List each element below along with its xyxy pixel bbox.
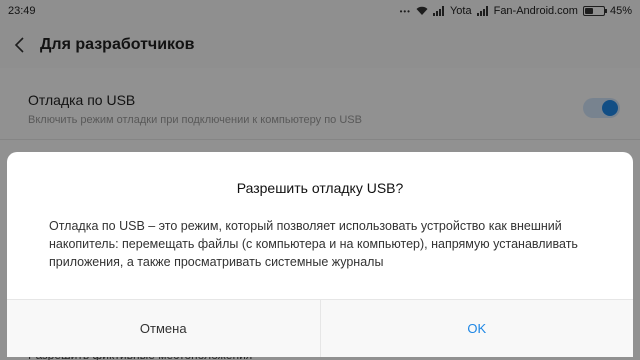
usb-debug-dialog: Разрешить отладку USB? Отладка по USB – … [7, 152, 633, 357]
dialog-title: Разрешить отладку USB? [236, 180, 404, 196]
ok-button[interactable]: OK [321, 300, 634, 357]
dialog-message: Отладка по USB – это режим, который позв… [49, 219, 578, 269]
dialog-buttons: Отмена OK [7, 299, 633, 357]
cancel-button[interactable]: Отмена [7, 300, 321, 357]
